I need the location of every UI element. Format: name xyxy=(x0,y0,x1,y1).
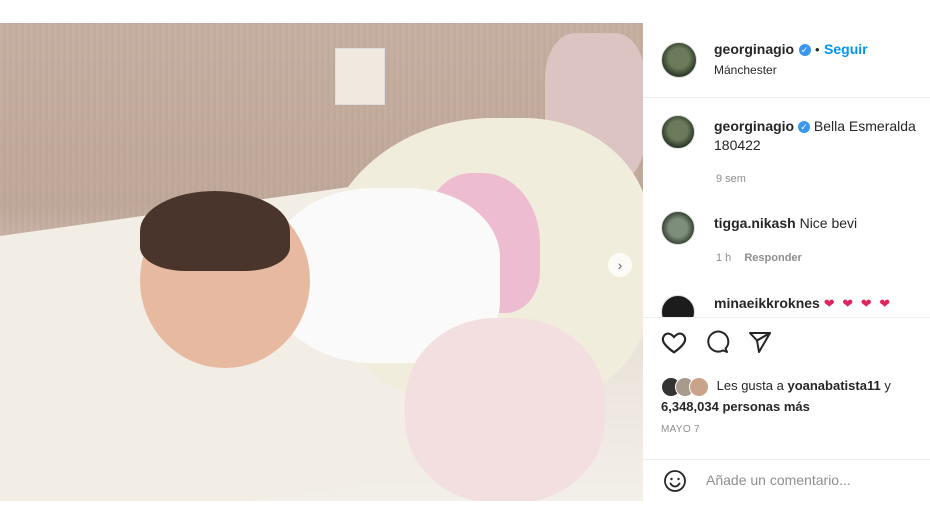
post-header: georginagio ✓ • Seguir Mánchester xyxy=(643,23,930,98)
comment-username[interactable]: minaeikkroknes xyxy=(714,295,820,311)
reply-button[interactable]: Responder xyxy=(744,252,801,264)
caption-body: georginagio ✓ Bella Esmeralda 180422 xyxy=(714,117,924,155)
post-photo[interactable]: › xyxy=(0,23,643,501)
verified-badge-icon: ✓ xyxy=(798,121,811,134)
photo-plush-toy xyxy=(405,318,605,501)
comment-input[interactable]: Añade un comentario... xyxy=(706,472,851,488)
chevron-right-icon[interactable]: › xyxy=(608,253,632,277)
likes-prefix: Les gusta a xyxy=(716,378,784,393)
comment-icon[interactable] xyxy=(704,330,730,354)
comment-hearts: ❤ ❤ ❤ ❤ xyxy=(823,296,893,311)
post-side-panel: georginagio ✓ • Seguir Mánchester georgi… xyxy=(643,23,930,501)
header-location[interactable]: Mánchester xyxy=(714,63,777,77)
comment-text: Nice bevi xyxy=(799,215,858,231)
post-date[interactable]: MAYO 7 xyxy=(661,424,700,435)
header-line: georginagio ✓ • Seguir xyxy=(714,41,868,59)
post-actions: Les gusta a yoanabatista11 y 6,348,034 p… xyxy=(643,317,930,470)
likers-avatars xyxy=(661,376,709,397)
comment-time[interactable]: 1 h xyxy=(716,252,731,264)
likes-user[interactable]: yoanabatista11 xyxy=(787,378,880,393)
comment-body: tigga.nikash Nice bevi xyxy=(714,214,857,233)
photo-baby-hair xyxy=(140,191,290,271)
avatar[interactable] xyxy=(661,115,695,149)
comment-body: minaeikkroknes ❤ ❤ ❤ ❤ xyxy=(714,294,892,313)
avatar[interactable] xyxy=(661,211,695,245)
comment-meta: 1 h Responder xyxy=(716,252,802,264)
send-icon[interactable] xyxy=(747,330,773,354)
likes-joiner: y xyxy=(884,378,891,393)
header-separator: • xyxy=(815,42,820,57)
emoji-icon[interactable] xyxy=(663,469,687,493)
avatar xyxy=(689,376,709,397)
comment-item: minaeikkroknes ❤ ❤ ❤ ❤ xyxy=(643,291,930,317)
caption-time[interactable]: 9 sem xyxy=(716,173,746,185)
add-comment-bar: Añade un comentario... xyxy=(643,459,930,502)
avatar[interactable] xyxy=(661,295,695,317)
likes-summary: Les gusta a yoanabatista11 y 6,348,034 p… xyxy=(661,376,891,416)
verified-badge-icon: ✓ xyxy=(798,43,811,56)
comment-username[interactable]: tigga.nikash xyxy=(714,215,796,231)
follow-button[interactable]: Seguir xyxy=(824,41,868,57)
likes-count[interactable]: 6,348,034 personas más xyxy=(661,399,810,414)
photo-hanging-charm xyxy=(335,48,385,105)
header-username[interactable]: georginagio xyxy=(714,41,794,57)
avatar[interactable] xyxy=(661,42,697,78)
caption-username[interactable]: georginagio xyxy=(714,118,794,134)
heart-icon[interactable] xyxy=(661,330,687,354)
